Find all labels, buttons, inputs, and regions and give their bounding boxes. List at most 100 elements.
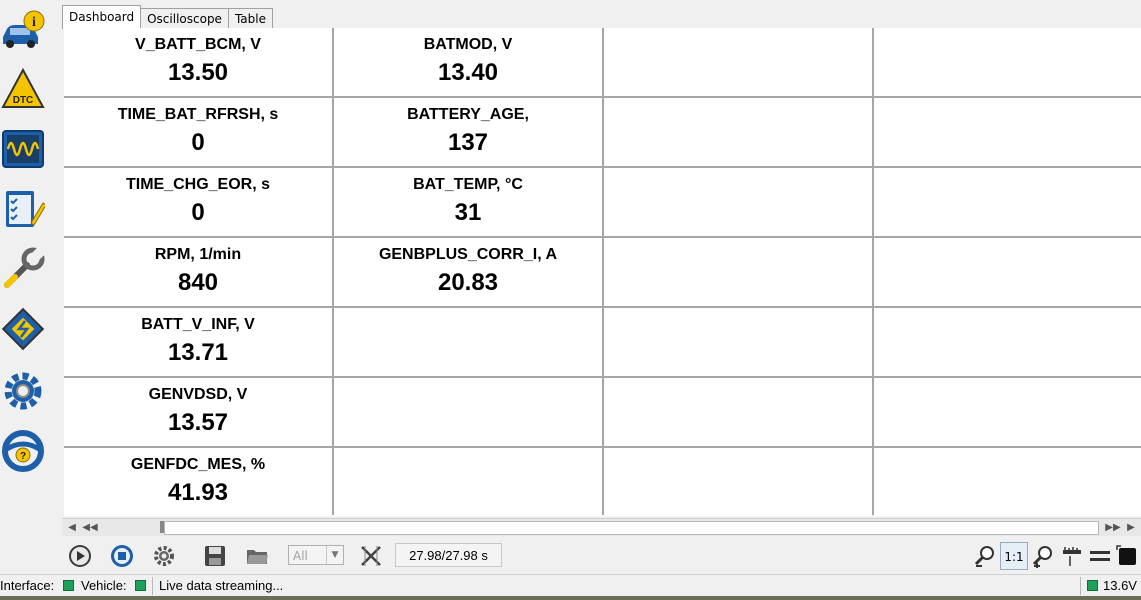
empty-gauge-cell [604,238,872,306]
zoom-in-button[interactable] [1028,542,1058,570]
gauge-value: 0 [191,129,205,156]
gauge-label: BATMOD, V [423,36,513,53]
interface-label: Interface: [0,578,55,593]
settings-button[interactable] [0,362,46,420]
folder-icon [247,550,268,564]
gauge-value: 31 [454,199,482,226]
vehicle-info-icon: i [3,10,45,48]
gauge-cell: TIME_BAT_RFRSH, s 0 [64,98,332,166]
fit-width-button[interactable] [1057,542,1087,570]
gauge-value: 840 [177,269,219,296]
play-icon [69,545,91,567]
gauge-label: GENBPLUS_CORR_I, A [378,246,558,263]
empty-gauge-cell [874,448,1141,516]
gauge-label: BATT_V_INF, V [141,316,255,333]
gauge-cell: BATT_V_INF, V 13.71 [64,308,332,376]
time-display: 27.98/27.98 s [395,543,502,567]
gauge-label: TIME_CHG_EOR, s [125,176,271,193]
dtc-icon: DTC [1,67,45,108]
stop-icon [111,545,133,567]
scroll-track[interactable] [164,521,1099,535]
empty-gauge-cell [874,378,1141,446]
wrench-icon [4,247,45,288]
recorder-settings-button[interactable] [149,542,179,570]
square-icon [1116,545,1136,565]
play-button[interactable] [65,542,95,570]
clear-filter-button[interactable] [356,542,386,570]
scroll-left-icon[interactable]: ◀ [64,520,80,535]
zoom-in-icon [1032,546,1052,568]
clear-filter-icon [361,546,381,566]
save-button[interactable] [200,542,230,570]
gauge-label: RPM, 1/min [154,246,242,263]
filter-select-value: All [293,549,308,563]
svg-text:?: ? [20,451,26,462]
svg-text:i: i [32,15,36,30]
gauge-label: V_BATT_BCM, V [135,36,261,53]
scroll-right-icon[interactable]: ▶ [1123,520,1139,535]
gauge-label: BATTERY_AGE, [407,106,529,123]
zoom-out-icon [974,546,994,567]
gauge-value: 13.57 [167,409,229,436]
chip-button[interactable] [0,300,46,358]
tab-dashboard[interactable]: Dashboard [62,5,142,29]
save-icon [205,546,225,566]
chevron-down-icon: ▼ [326,546,343,564]
gauge-label: TIME_BAT_RFRSH, s [117,106,279,123]
toolbar: All ▼ 27.98/27.98 s 1:1 [62,538,1141,574]
empty-gauge-cell [604,98,872,166]
empty-gauge-cell [334,448,602,516]
scroll-start-icon[interactable]: ◀◀ [82,520,98,535]
scroll-end-icon[interactable]: ▶▶ [1105,520,1121,535]
gauge-cell: TIME_CHG_EOR, s 0 [64,168,332,236]
checklist-button[interactable] [0,180,46,238]
gauge-value: 0 [191,199,205,226]
gear-icon [4,372,42,410]
gauge-cell: GENVDSD, V 13.57 [64,378,332,446]
vehicle-info-button[interactable]: i [0,0,46,58]
chip-icon [1,307,45,351]
gauge-value: 13.50 [167,59,229,86]
empty-gauge-cell [334,308,602,376]
oscilloscope-button[interactable] [0,120,46,178]
gauge-value: 13.71 [167,339,229,366]
dtc-button[interactable]: DTC [0,60,46,118]
wrench-button[interactable] [0,240,46,298]
gauge-cell: BATTERY_AGE, 137 [334,98,602,166]
svg-text:DTC: DTC [13,95,34,106]
empty-gauge-cell [604,448,872,516]
status-bar: Interface: Vehicle: Live data streaming.… [0,574,1141,597]
status-divider [152,577,153,595]
layout-button[interactable] [1085,542,1115,570]
gauge-cell: GENFDC_MES, % 41.93 [64,448,332,516]
interface-status-led [63,580,74,591]
equals-icon [1090,551,1110,561]
checklist-icon [6,191,45,227]
status-divider [1080,577,1081,595]
help-button[interactable]: ? [0,422,46,480]
fullscreen-button[interactable] [1112,542,1141,570]
gauge-label: GENVDSD, V [148,386,248,403]
empty-gauge-cell [874,168,1141,236]
filter-select[interactable]: All ▼ [288,545,344,565]
gauge-label: GENFDC_MES, % [130,456,266,473]
voltage-status-led [1087,580,1098,591]
status-message: Live data streaming... [159,578,284,593]
gauge-cell: GENBPLUS_CORR_I, A 20.83 [334,238,602,306]
oscilloscope-icon [2,130,44,168]
sidebar: i DTC ? [0,0,48,480]
open-button[interactable] [242,542,272,570]
empty-gauge-cell [874,308,1141,376]
timeline-scrollbar[interactable]: ◀ ◀◀ ▶▶ ▶ [62,518,1141,536]
tab-table[interactable]: Table [227,8,273,29]
vehicle-label: Vehicle: [81,578,127,593]
zoom-out-button[interactable] [970,542,1000,570]
gauge-cell: BATMOD, V 13.40 [334,28,602,96]
vehicle-status-led [135,580,146,591]
empty-gauge-cell [604,28,872,96]
zoom-reset-button[interactable]: 1:1 [1000,542,1028,570]
ruler-icon [1063,547,1081,566]
stop-button[interactable] [107,542,137,570]
tab-oscilloscope[interactable]: Oscilloscope [140,8,229,29]
tab-bar: Dashboard Oscilloscope Table [62,4,273,29]
